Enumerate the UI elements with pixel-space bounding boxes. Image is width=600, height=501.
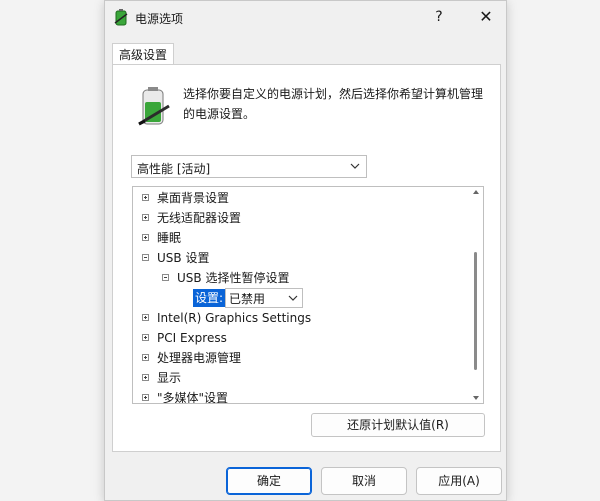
battery-icon — [138, 87, 170, 126]
title-bar: 电源选项 ? ✕ — [105, 1, 506, 34]
tree-item-processor-power[interactable]: 处理器电源管理 — [133, 348, 471, 368]
power-options-dialog: 电源选项 ? ✕ 高级设置 选择你要自定义的电源计划，然后选择你希望计算机管理的… — [104, 0, 507, 501]
ok-button[interactable]: 确定 — [226, 467, 312, 495]
help-button[interactable]: ? — [427, 5, 451, 29]
apply-button[interactable]: 应用(A) — [416, 467, 502, 495]
cancel-button[interactable]: 取消 — [321, 467, 407, 495]
collapse-icon[interactable] — [142, 254, 149, 261]
expand-icon[interactable] — [142, 214, 149, 221]
tree-item-desktop-background[interactable]: 桌面背景设置 — [133, 188, 471, 208]
tab-advanced-settings[interactable]: 高级设置 — [112, 43, 174, 65]
power-options-icon — [114, 9, 128, 26]
power-plan-select[interactable]: 高性能 [活动] — [131, 155, 367, 178]
expand-icon[interactable] — [142, 354, 149, 361]
collapse-icon[interactable] — [162, 274, 169, 281]
tree-item-setting-row: 设置: 已禁用 — [133, 288, 471, 308]
tree-item-pci-express[interactable]: PCI Express — [133, 328, 471, 348]
advanced-settings-panel: 选择你要自定义的电源计划，然后选择你希望计算机管理的电源设置。 高性能 [活动]… — [112, 64, 501, 452]
tree-item-display[interactable]: 显示 — [133, 368, 471, 388]
expand-icon[interactable] — [142, 194, 149, 201]
expand-icon[interactable] — [142, 374, 149, 381]
tree-item-sleep[interactable]: 睡眠 — [133, 228, 471, 248]
restore-defaults-button[interactable]: 还原计划默认值(R) — [311, 413, 485, 437]
setting-value: 已禁用 — [229, 292, 266, 306]
tree-scrollbar[interactable] — [469, 187, 483, 403]
scroll-thumb[interactable] — [474, 252, 477, 370]
tree-item-intel-graphics[interactable]: Intel(R) Graphics Settings — [133, 308, 471, 328]
expand-icon[interactable] — [142, 234, 149, 241]
power-plan-value: 高性能 [活动] — [137, 162, 211, 176]
scroll-down-icon[interactable] — [473, 396, 479, 400]
chevron-down-icon — [288, 295, 298, 301]
chevron-down-icon — [350, 163, 360, 169]
expand-icon[interactable] — [142, 394, 149, 401]
tree-item-multimedia[interactable]: "多媒体"设置 — [133, 388, 471, 403]
tree-item-wireless-adapter[interactable]: 无线适配器设置 — [133, 208, 471, 228]
expand-icon[interactable] — [142, 334, 149, 341]
setting-value-select[interactable]: 已禁用 — [225, 288, 303, 308]
close-button[interactable]: ✕ — [473, 5, 499, 29]
settings-tree[interactable]: 桌面背景设置 无线适配器设置 睡眠 USB 设置 USB 选择性暂停设置 设置: — [132, 186, 484, 404]
window-title: 电源选项 — [135, 12, 184, 26]
tree-item-usb-selective-suspend[interactable]: USB 选择性暂停设置 — [133, 268, 471, 288]
setting-label: 设置: — [193, 289, 226, 307]
expand-icon[interactable] — [142, 314, 149, 321]
scroll-up-icon[interactable] — [473, 190, 479, 194]
description-text: 选择你要自定义的电源计划，然后选择你希望计算机管理的电源设置。 — [183, 87, 484, 121]
tree-item-usb-settings[interactable]: USB 设置 — [133, 248, 471, 268]
